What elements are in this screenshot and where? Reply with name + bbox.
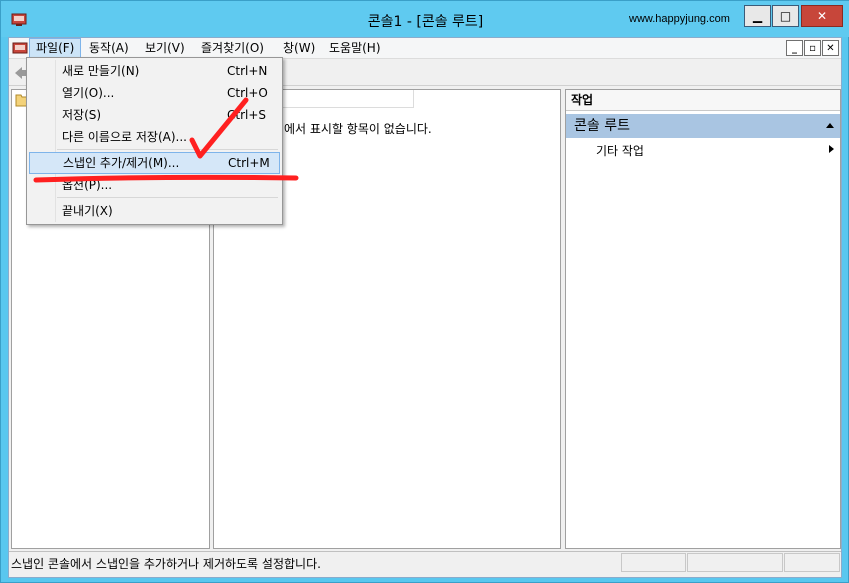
maximize-icon: □ [779, 9, 792, 23]
menu-item-label: 끝내기(X) [62, 204, 113, 218]
submenu-arrow-icon[interactable] [829, 145, 834, 153]
maximize-button[interactable]: □ [772, 5, 799, 27]
menu-item-label: 새로 만들기(N) [62, 64, 140, 78]
action-pane-title: 작업 [566, 90, 840, 111]
console-menu-icon[interactable] [12, 41, 28, 56]
action-group-label: 콘솔 루트 [574, 118, 630, 134]
menu-item-label: 옵션(P)... [62, 178, 113, 192]
mdi-controls: _ ▫ ✕ [786, 40, 839, 56]
menu-item-save[interactable]: 저장(S) Ctrl+S [29, 104, 280, 126]
status-segment [621, 553, 686, 572]
menu-item-label: 열기(O)... [62, 86, 115, 100]
menu-file[interactable]: 파일(F) [29, 38, 82, 59]
menu-item-label: 저장(S) [62, 108, 102, 122]
title-bar[interactable]: 콘솔1 - [콘솔 루트] www.happyjung.com ▁ □ ✕ [1, 1, 849, 37]
menu-item-shortcut: Ctrl+O [227, 86, 268, 100]
minimize-icon: ▁ [752, 9, 763, 23]
file-menu-dropdown: 새로 만들기(N) Ctrl+N 열기(O)... Ctrl+O 저장(S) C… [26, 57, 283, 225]
action-pane: 작업 콘솔 루트 기타 작업 [565, 89, 841, 549]
menu-item-save-as[interactable]: 다른 이름으로 저장(A)... [29, 126, 280, 148]
menu-item-new[interactable]: 새로 만들기(N) Ctrl+N [29, 60, 280, 82]
status-text: 스냅인 콘솔에서 스냅인을 추가하거나 제거하도록 설정합니다. [11, 557, 321, 571]
menu-item-shortcut: Ctrl+S [227, 108, 267, 122]
status-bar: 스냅인 콘솔에서 스냅인을 추가하거나 제거하도록 설정합니다. [9, 551, 841, 573]
close-icon: ✕ [816, 9, 828, 23]
status-segment [784, 553, 840, 572]
menu-item-open[interactable]: 열기(O)... Ctrl+O [29, 82, 280, 104]
collapse-up-icon[interactable] [826, 123, 834, 128]
menu-help[interactable]: 도움말(H) [323, 38, 387, 59]
watermark-text: www.happyjung.com [629, 13, 730, 25]
menu-window[interactable]: 창(W) [277, 38, 321, 59]
menu-favorites[interactable]: 즐겨찾기(O) [195, 38, 270, 59]
menu-item-label: 스냅인 추가/제거(M)... [63, 156, 180, 170]
status-segment [687, 553, 783, 572]
minimize-button[interactable]: ▁ [744, 5, 771, 27]
action-item-more-actions[interactable]: 기타 작업 [596, 142, 644, 159]
menu-separator [57, 197, 278, 198]
menu-bar: 파일(F) 동작(A) 보기(V) 즐겨찾기(O) 창(W) 도움말(H) _ … [9, 38, 841, 59]
action-group-console-root[interactable]: 콘솔 루트 [566, 114, 840, 138]
mdi-restore-button[interactable]: ▫ [804, 40, 821, 56]
menu-item-add-remove-snapin[interactable]: 스냅인 추가/제거(M)... Ctrl+M [29, 152, 280, 174]
menu-action[interactable]: 동작(A) [83, 38, 135, 59]
mdi-close-button[interactable]: ✕ [822, 40, 839, 56]
menu-item-exit[interactable]: 끝내기(X) [29, 200, 280, 222]
menu-item-shortcut: Ctrl+N [227, 64, 268, 78]
mdi-minimize-button[interactable]: _ [786, 40, 803, 56]
menu-view[interactable]: 보기(V) [139, 38, 191, 59]
menu-item-shortcut: Ctrl+M [228, 156, 270, 170]
close-button[interactable]: ✕ [801, 5, 843, 27]
menu-item-label: 다른 이름으로 저장(A)... [62, 130, 187, 144]
menu-item-options[interactable]: 옵션(P)... [29, 174, 280, 196]
menu-separator [57, 149, 278, 150]
